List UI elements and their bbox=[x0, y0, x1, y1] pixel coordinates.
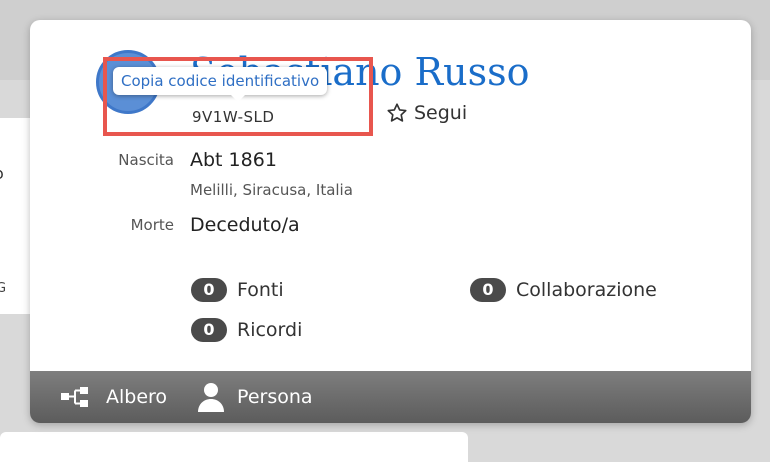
death-label: Morte bbox=[130, 216, 174, 234]
stat-memories[interactable]: 0 Ricordi bbox=[191, 318, 302, 342]
background-bottom-card bbox=[0, 432, 468, 462]
background-left-subtext: G bbox=[0, 281, 7, 296]
birth-label: Nascita bbox=[118, 151, 174, 169]
stat-collaboration[interactable]: 0 Collaborazione bbox=[470, 278, 657, 302]
collaboration-label: Collaborazione bbox=[516, 279, 657, 301]
follow-label: Segui bbox=[414, 102, 468, 124]
memories-label: Ricordi bbox=[237, 319, 303, 341]
star-outline-icon bbox=[387, 103, 407, 122]
stat-sources[interactable]: 0 Fonti bbox=[191, 278, 284, 302]
sources-label: Fonti bbox=[237, 279, 284, 301]
birth-place: Melilli, Siracusa, Italia bbox=[190, 181, 353, 199]
tree-button[interactable]: Albero bbox=[60, 386, 167, 408]
person-button[interactable]: Persona bbox=[197, 382, 313, 412]
tree-icon bbox=[61, 387, 88, 407]
person-icon bbox=[198, 383, 225, 412]
copy-id-tooltip: Copia codice identificativo bbox=[113, 67, 328, 102]
follow-button[interactable]: Segui bbox=[386, 102, 467, 124]
background-left-chevron: o bbox=[0, 164, 4, 183]
death-value: Deceduto/a bbox=[190, 214, 300, 236]
memories-count-badge: 0 bbox=[191, 318, 227, 342]
birth-date: Abt 1861 bbox=[190, 149, 277, 171]
tree-label: Albero bbox=[106, 386, 168, 408]
person-label: Persona bbox=[237, 386, 313, 408]
person-id[interactable]: 9V1W-SLD bbox=[192, 108, 274, 126]
person-popover-card: Sebastiano Russo 9V1W-SLD Segui Copia co… bbox=[30, 20, 751, 423]
popover-footer: Albero Persona bbox=[30, 371, 751, 423]
collaboration-count-badge: 0 bbox=[470, 278, 506, 302]
sources-count-badge: 0 bbox=[191, 278, 227, 302]
